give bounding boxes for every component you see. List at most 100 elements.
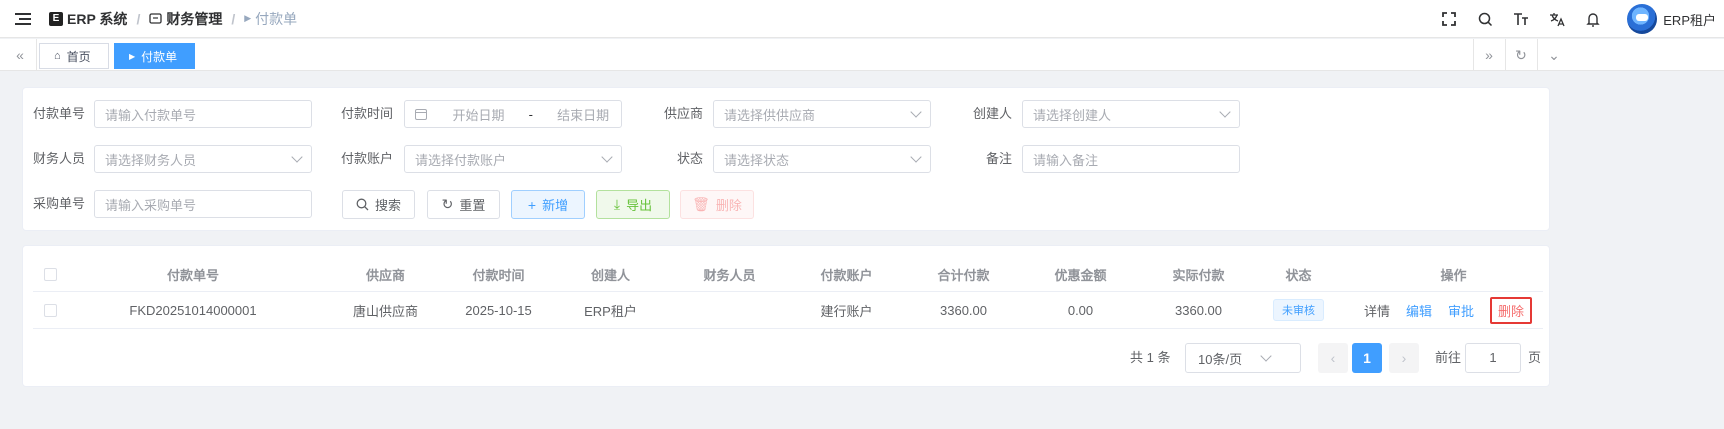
supplier-placeholder: 请选择供供应商 xyxy=(724,107,816,123)
chevron-down-icon xyxy=(1260,350,1272,362)
label-supplier: 供应商 xyxy=(663,106,703,121)
page-number-button[interactable]: 1 xyxy=(1352,343,1382,373)
goto-page-input[interactable]: 1 xyxy=(1465,343,1521,373)
chevron-down-icon xyxy=(291,151,303,163)
translate-icon[interactable] xyxy=(1539,0,1575,38)
col-header: 财务人员 xyxy=(703,268,756,283)
top-header: E ERP 系统 / 财务管理 / ▶ 付款单 ERP租户 xyxy=(0,0,1724,38)
cell-payment-time: 2025-10-15 xyxy=(465,302,532,318)
creator-select[interactable]: 请选择创建人 xyxy=(1022,100,1240,128)
label-purchase-no: 采购单号 xyxy=(32,196,85,211)
label-payment-time: 付款时间 xyxy=(340,106,393,121)
search-icon xyxy=(356,198,369,211)
status-select[interactable]: 请选择状态 xyxy=(713,145,931,173)
prev-page-button[interactable]: ‹ xyxy=(1318,343,1348,373)
finance-user-select[interactable]: 请选择财务人员 xyxy=(94,145,312,173)
detail-link[interactable]: 详情 xyxy=(1364,301,1390,320)
finance-user-placeholder: 请选择财务人员 xyxy=(105,152,197,168)
erp-logo-icon: E xyxy=(49,11,63,26)
approve-link[interactable]: 审批 xyxy=(1448,301,1474,320)
row-checkbox[interactable] xyxy=(44,303,57,317)
supplier-select[interactable]: 请选择供供应商 xyxy=(713,100,931,128)
export-button[interactable]: ⤓ 导出 xyxy=(596,190,670,219)
chevron-down-icon xyxy=(910,106,922,118)
start-date-placeholder: 开始日期 xyxy=(452,107,505,123)
breadcrumb-item-finance[interactable]: 财务管理 xyxy=(149,9,222,29)
remark-placeholder: 请输入备注 xyxy=(1033,152,1099,168)
scroll-right-icon[interactable]: » xyxy=(1473,39,1505,71)
download-icon: ⤓ xyxy=(613,196,621,212)
breadcrumb-separator: / xyxy=(231,10,236,27)
reset-button[interactable]: ↻ 重置 xyxy=(427,190,500,219)
page-suffix: 页 xyxy=(1528,350,1542,365)
col-header: 状态 xyxy=(1285,268,1312,283)
search-button-label: 搜索 xyxy=(374,198,401,213)
select-all-checkbox[interactable] xyxy=(44,268,57,281)
scroll-left-icon[interactable]: « xyxy=(4,39,36,71)
cell-actual: 3360.00 xyxy=(1175,302,1222,318)
batch-delete-button[interactable]: 🗑 删除 xyxy=(680,190,754,219)
breadcrumb-item-erp[interactable]: E ERP 系统 xyxy=(49,9,127,29)
purchase-no-input[interactable]: 请输入采购单号 xyxy=(94,190,312,218)
trash-icon: 🗑 xyxy=(692,196,710,212)
account-placeholder: 请选择付款账户 xyxy=(415,152,507,168)
purchase-no-placeholder: 请输入采购单号 xyxy=(105,197,197,213)
tag-home[interactable]: ⌂ 首页 xyxy=(39,43,109,69)
col-header: 供应商 xyxy=(365,268,405,283)
payment-time-range[interactable]: 开始日期 - 结束日期 xyxy=(404,100,622,128)
remark-input[interactable]: 请输入备注 xyxy=(1022,145,1240,173)
next-page-button[interactable]: › xyxy=(1389,343,1419,373)
refresh-icon[interactable]: ↻ xyxy=(1505,39,1537,71)
hamburger-menu-icon[interactable] xyxy=(15,12,31,25)
search-panel: 付款单号 请输入付款单号 付款时间 开始日期 - 结束日期 供应商 请选择供供应… xyxy=(22,87,1550,231)
fullscreen-icon[interactable] xyxy=(1431,0,1467,38)
chevron-down-icon xyxy=(910,151,922,163)
tag-home-label: 首页 xyxy=(66,49,91,64)
home-icon: ⌂ xyxy=(54,50,61,62)
search-icon[interactable] xyxy=(1467,0,1503,38)
avatar[interactable] xyxy=(1627,4,1658,34)
delete-link[interactable]: 删除 xyxy=(1490,296,1533,324)
caret-right-icon: ▶ xyxy=(129,51,136,61)
add-button-label: 新增 xyxy=(542,198,569,213)
breadcrumb-label-payment: 付款单 xyxy=(255,10,298,27)
more-icon[interactable]: ⌄ xyxy=(1538,39,1570,71)
page-size-select[interactable]: 10条/页 xyxy=(1185,343,1301,373)
font-size-icon[interactable] xyxy=(1503,0,1539,38)
chevron-down-icon xyxy=(601,151,613,163)
breadcrumb-item-payment: ▶ 付款单 xyxy=(244,9,297,29)
refresh-icon: ↻ xyxy=(441,196,454,212)
finance-icon xyxy=(149,12,162,24)
goto-label: 前往 xyxy=(1435,350,1462,365)
label-creator: 创建人 xyxy=(972,106,1012,121)
search-button[interactable]: 搜索 xyxy=(342,190,415,219)
col-header: 合计付款 xyxy=(937,268,990,283)
label-status: 状态 xyxy=(676,151,703,166)
end-date-placeholder: 结束日期 xyxy=(557,107,610,123)
payment-no-input[interactable]: 请输入付款单号 xyxy=(94,100,312,128)
cell-account: 建行账户 xyxy=(820,303,873,319)
caret-right-icon: ▶ xyxy=(244,13,252,23)
col-header: 付款单号 xyxy=(166,268,219,283)
account-select[interactable]: 请选择付款账户 xyxy=(404,145,622,173)
table-header-row: 付款单号 供应商 付款时间 创建人 财务人员 付款账户 合计付款 优惠金额 实际… xyxy=(33,258,1543,292)
col-header: 创建人 xyxy=(590,268,630,283)
plus-icon: + xyxy=(527,196,537,213)
label-payment-no: 付款单号 xyxy=(32,106,85,121)
tag-payment[interactable]: ▶ 付款单 xyxy=(114,43,195,69)
add-button[interactable]: + 新增 xyxy=(511,190,585,219)
col-header: 优惠金额 xyxy=(1054,268,1107,283)
breadcrumb-label-erp: ERP 系统 xyxy=(67,10,128,27)
reset-button-label: 重置 xyxy=(459,198,486,213)
edit-link[interactable]: 编辑 xyxy=(1406,301,1432,320)
calendar-icon xyxy=(415,108,427,120)
table-row[interactable]: FKD20251014000001 唐山供应商 2025-10-15 ERP租户… xyxy=(33,292,1543,329)
bell-icon[interactable] xyxy=(1575,0,1611,38)
cell-payment-no: FKD20251014000001 xyxy=(129,302,257,318)
status-badge: 未审核 xyxy=(1273,299,1324,321)
user-name[interactable]: ERP租户 xyxy=(1663,10,1716,29)
cell-status: 未审核 xyxy=(1246,299,1351,321)
export-button-label: 导出 xyxy=(626,198,653,213)
breadcrumb-label-finance: 财务管理 xyxy=(166,10,223,27)
chevron-down-icon xyxy=(1219,106,1231,118)
